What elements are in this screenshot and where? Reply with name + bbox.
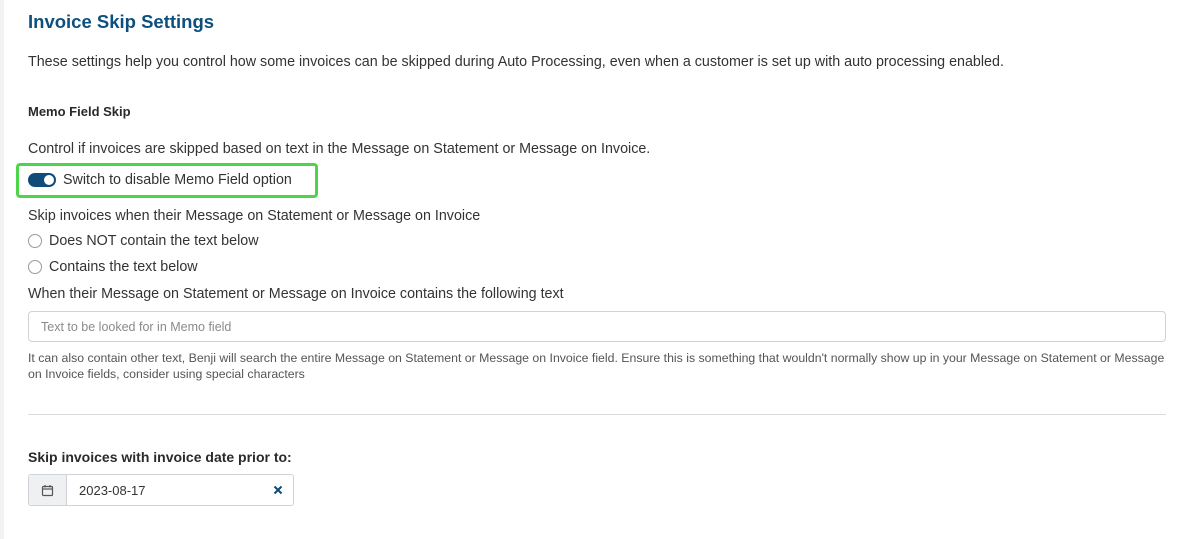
date-field-label: Skip invoices with invoice date prior to…	[28, 449, 292, 465]
clear-date-button[interactable]	[263, 475, 293, 505]
radio-button[interactable]	[28, 234, 42, 248]
section-divider	[28, 414, 1166, 415]
memo-section-heading: Memo Field Skip	[28, 104, 131, 119]
radio-label[interactable]: Contains the text below	[49, 259, 198, 275]
intro-text: These settings help you control how some…	[28, 54, 1004, 70]
memo-section-description: Control if invoices are skipped based on…	[28, 141, 651, 157]
calendar-icon[interactable]	[29, 475, 67, 505]
radio-label[interactable]: Does NOT contain the text below	[49, 233, 259, 249]
memo-text-input[interactable]	[28, 311, 1166, 342]
memo-toggle-switch[interactable]	[28, 173, 56, 187]
memo-toggle-row[interactable]: Switch to disable Memo Field option	[28, 172, 292, 188]
toggle-knob	[44, 175, 54, 185]
radio-option-not-contain[interactable]: Does NOT contain the text below	[28, 233, 259, 249]
date-value[interactable]: 2023-08-17	[67, 483, 263, 498]
radio-button[interactable]	[28, 260, 42, 274]
close-icon[interactable]	[273, 485, 283, 495]
left-panel-edge	[0, 0, 4, 539]
text-prompt: When their Message on Statement or Messa…	[28, 286, 564, 302]
date-picker[interactable]: 2023-08-17	[28, 474, 294, 506]
skip-prompt: Skip invoices when their Message on Stat…	[28, 208, 481, 224]
memo-toggle-label[interactable]: Switch to disable Memo Field option	[63, 172, 292, 188]
radio-option-contains[interactable]: Contains the text below	[28, 259, 198, 275]
memo-help-text: It can also contain other text, Benji wi…	[28, 351, 1165, 381]
page-title: Invoice Skip Settings	[28, 11, 215, 32]
